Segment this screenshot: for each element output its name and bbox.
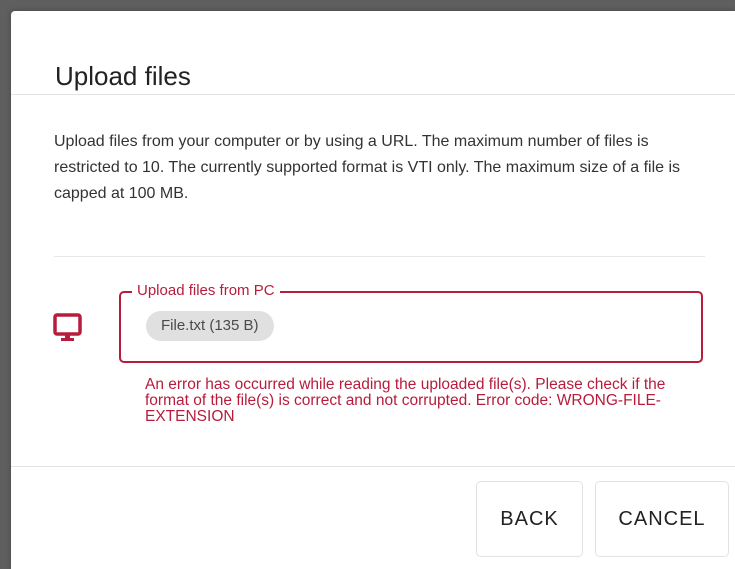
content-divider [54, 256, 705, 257]
back-button[interactable]: BACK [476, 481, 583, 557]
title-divider [11, 94, 735, 95]
upload-field-legend: Upload files from PC [132, 281, 280, 301]
upload-files-dialog: Upload files Upload files from your comp… [11, 11, 735, 569]
monitor-icon[interactable] [53, 312, 83, 344]
dialog-description: Upload files from your computer or by us… [54, 133, 681, 202]
upload-error-message: An error has occurred while reading the … [145, 376, 666, 425]
uploaded-file-chip[interactable]: File.txt (135 B) [146, 311, 274, 341]
upload-files-from-pc-field[interactable]: Upload files from PC File.txt (135 B) [119, 281, 703, 363]
actions-divider [11, 466, 735, 467]
cancel-button[interactable]: CANCEL [595, 481, 729, 557]
dialog-title: Upload files [55, 61, 191, 91]
